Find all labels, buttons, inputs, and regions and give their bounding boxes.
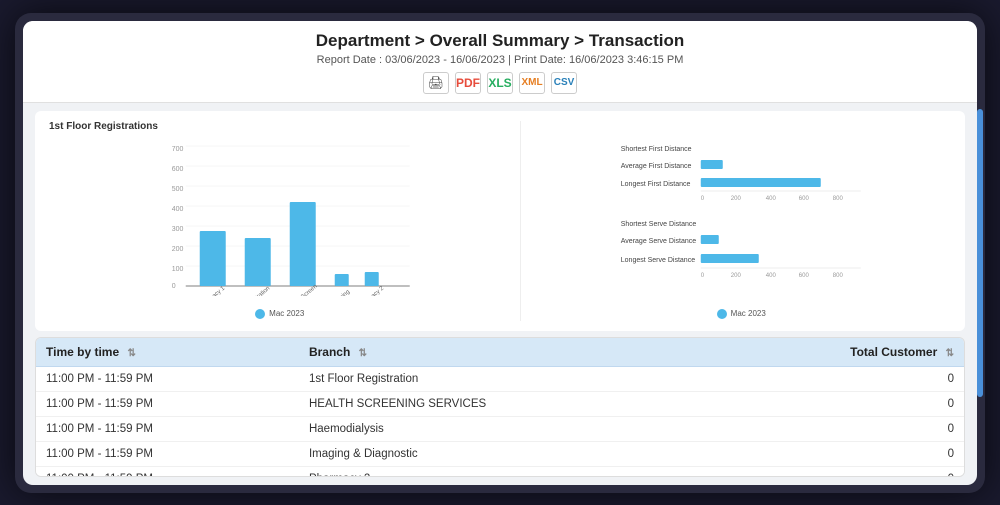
csv-icon[interactable]: CSV (551, 72, 577, 94)
svg-text:Shortest Serve Distance: Shortest Serve Distance (621, 221, 697, 228)
cell-branch: Haemodialysis (299, 416, 707, 441)
chart-right: Shortest First Distance Average First Di… (520, 121, 951, 321)
top-bar: Department > Overall Summary > Transacti… (23, 21, 977, 103)
svg-text:600: 600 (799, 273, 810, 279)
print-icon[interactable]: 🖨 (423, 72, 449, 94)
table-row: 11:00 PM - 11:59 PM Haemodialysis 0 (36, 416, 964, 441)
cell-total: 0 (707, 366, 964, 391)
cell-branch: Pharmacy 2 (299, 466, 707, 477)
sort-icon-branch[interactable]: ⇅ (359, 348, 367, 359)
cell-time: 11:00 PM - 11:59 PM (36, 441, 299, 466)
svg-text:200: 200 (731, 273, 742, 279)
svg-text:800: 800 (833, 273, 844, 279)
legend-text-left: Mac 2023 (269, 309, 304, 318)
table-header-row: Time by time ⇅ Branch ⇅ Total Customer ⇅ (36, 338, 964, 367)
svg-text:400: 400 (766, 196, 777, 202)
cell-total: 0 (707, 441, 964, 466)
hbar-chart-svg: Shortest First Distance Average First Di… (531, 136, 951, 296)
device-frame: Department > Overall Summary > Transacti… (15, 13, 985, 493)
svg-text:Longest First Distance: Longest First Distance (621, 181, 691, 188)
table-row: 11:00 PM - 11:59 PM 1st Floor Registrati… (36, 366, 964, 391)
screen: Department > Overall Summary > Transacti… (23, 21, 977, 485)
svg-text:600: 600 (172, 166, 184, 173)
svg-text:Pharmacy 1: Pharmacy 1 (198, 285, 227, 296)
chart-left: 1st Floor Registrations 700 600 500 400 … (49, 121, 510, 321)
scrollbar[interactable] (977, 109, 983, 397)
table-row: 11:00 PM - 11:59 PM Imaging & Diagnostic… (36, 441, 964, 466)
cell-time: 11:00 PM - 11:59 PM (36, 416, 299, 441)
xml-icon[interactable]: XML (519, 72, 545, 94)
svg-text:Average First Distance: Average First Distance (621, 163, 692, 170)
legend-dot-left (255, 309, 265, 319)
svg-text:0: 0 (701, 196, 705, 202)
chart-left-legend: Mac 2023 (49, 309, 510, 319)
svg-text:200: 200 (731, 196, 742, 202)
svg-text:Registration: Registration (243, 285, 271, 295)
col-branch[interactable]: Branch ⇅ (299, 338, 707, 367)
svg-text:Longest Serve Distance: Longest Serve Distance (621, 257, 695, 264)
svg-text:0: 0 (172, 283, 176, 290)
table-row: 11:00 PM - 11:59 PM Pharmacy 2 0 (36, 466, 964, 477)
svg-text:800: 800 (833, 196, 844, 202)
cell-time: 11:00 PM - 11:59 PM (36, 366, 299, 391)
legend-text-right: Mac 2023 (731, 309, 766, 318)
svg-text:Average Serve Distance: Average Serve Distance (621, 238, 696, 245)
report-date: Report Date : 03/06/2023 - 16/06/2023 | … (43, 54, 957, 66)
bar-chart-svg: 700 600 500 400 300 200 100 0 (49, 136, 510, 296)
chart-right-title (531, 121, 951, 132)
svg-text:400: 400 (172, 206, 184, 213)
svg-text:100: 100 (172, 266, 184, 273)
content-area: 1st Floor Registrations 700 600 500 400 … (23, 103, 977, 485)
cell-branch: HEALTH SCREENING SERVICES (299, 391, 707, 416)
col-total[interactable]: Total Customer ⇅ (707, 338, 964, 367)
data-table: Time by time ⇅ Branch ⇅ Total Customer ⇅ (36, 338, 964, 477)
table-row: 11:00 PM - 11:59 PM HEALTH SCREENING SER… (36, 391, 964, 416)
svg-text:500: 500 (172, 186, 184, 193)
svg-text:Imaging: Imaging (331, 289, 351, 296)
cell-time: 11:00 PM - 11:59 PM (36, 391, 299, 416)
svg-text:0: 0 (701, 273, 705, 279)
cell-branch: Imaging & Diagnostic (299, 441, 707, 466)
charts-section: 1st Floor Registrations 700 600 500 400 … (35, 111, 965, 331)
cell-time: 11:00 PM - 11:59 PM (36, 466, 299, 477)
cell-total: 0 (707, 391, 964, 416)
sort-icon-total[interactable]: ⇅ (946, 348, 954, 359)
breadcrumb: Department > Overall Summary > Transacti… (43, 31, 957, 51)
svg-text:700: 700 (172, 146, 184, 153)
svg-text:600: 600 (799, 196, 810, 202)
pdf-icon[interactable]: PDF (455, 72, 481, 94)
svg-text:300: 300 (172, 226, 184, 233)
table-section: Time by time ⇅ Branch ⇅ Total Customer ⇅ (35, 337, 965, 477)
svg-text:Shortest First Distance: Shortest First Distance (621, 146, 692, 153)
chart-right-legend: Mac 2023 (531, 309, 951, 319)
excel-icon[interactable]: XLS (487, 72, 513, 94)
cell-branch: 1st Floor Registration (299, 366, 707, 391)
toolbar-icons: 🖨 PDF XLS XML CSV (43, 72, 957, 94)
svg-text:Pharmacy 2: Pharmacy 2 (357, 285, 386, 296)
svg-text:200: 200 (172, 246, 184, 253)
col-time[interactable]: Time by time ⇅ (36, 338, 299, 367)
legend-dot-right (717, 309, 727, 319)
cell-total: 0 (707, 466, 964, 477)
cell-total: 0 (707, 416, 964, 441)
chart-left-title: 1st Floor Registrations (49, 121, 510, 132)
svg-text:400: 400 (766, 273, 777, 279)
sort-icon-time[interactable]: ⇅ (127, 348, 135, 359)
